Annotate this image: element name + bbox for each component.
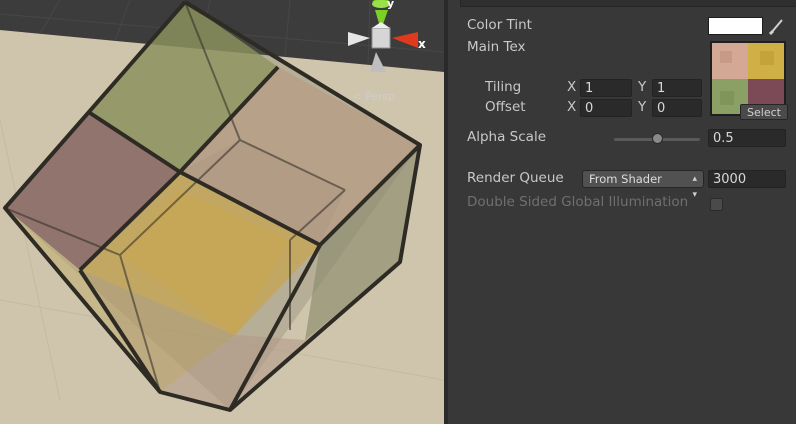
color-tint-swatch[interactable] <box>708 17 763 35</box>
eyedropper-icon[interactable] <box>768 16 786 36</box>
gizmo-y-label: y <box>387 0 395 10</box>
main-tex-label: Main Tex <box>467 39 526 55</box>
tiling-x-field[interactable]: 1 <box>580 79 632 97</box>
offset-x-label: X <box>567 99 577 115</box>
offset-label: Offset <box>485 99 526 115</box>
select-texture-button[interactable]: Select <box>740 104 788 120</box>
offset-y-field[interactable]: 0 <box>652 99 702 117</box>
tiling-label: Tiling <box>485 79 522 95</box>
tiling-x-label: X <box>567 79 577 95</box>
tiling-y-label: Y <box>638 79 647 95</box>
alpha-scale-slider-thumb[interactable] <box>651 133 663 144</box>
render-queue-field[interactable]: 3000 <box>708 170 786 188</box>
color-tint-label: Color Tint <box>467 17 532 33</box>
double-sided-gi-checkbox[interactable] <box>710 198 723 211</box>
dropdown-arrows-icon: ▴ ▾ <box>692 174 697 200</box>
projection-label[interactable]: < Persp <box>352 90 395 103</box>
tiling-y-field[interactable]: 1 <box>652 79 702 97</box>
scene-view[interactable]: y x < Persp <box>0 0 444 424</box>
gizmo-x-label: x <box>418 37 426 51</box>
offset-x-field[interactable]: 0 <box>580 99 632 117</box>
render-queue-dropdown[interactable]: From Shader ▴ ▾ <box>582 170 704 200</box>
material-inspector: Color Tint Main Tex Select Tiling X 1 Y … <box>448 0 796 424</box>
alpha-scale-label: Alpha Scale <box>467 129 546 145</box>
alpha-scale-field[interactable]: 0.5 <box>708 129 786 147</box>
render-queue-label: Render Queue <box>467 170 564 186</box>
render-queue-mode: From Shader <box>589 172 662 186</box>
inspector-header-strip <box>460 0 796 7</box>
offset-y-label: Y <box>638 99 647 115</box>
double-sided-gi-label: Double Sided Global Illumination <box>467 194 689 210</box>
scene-canvas[interactable] <box>0 0 444 424</box>
